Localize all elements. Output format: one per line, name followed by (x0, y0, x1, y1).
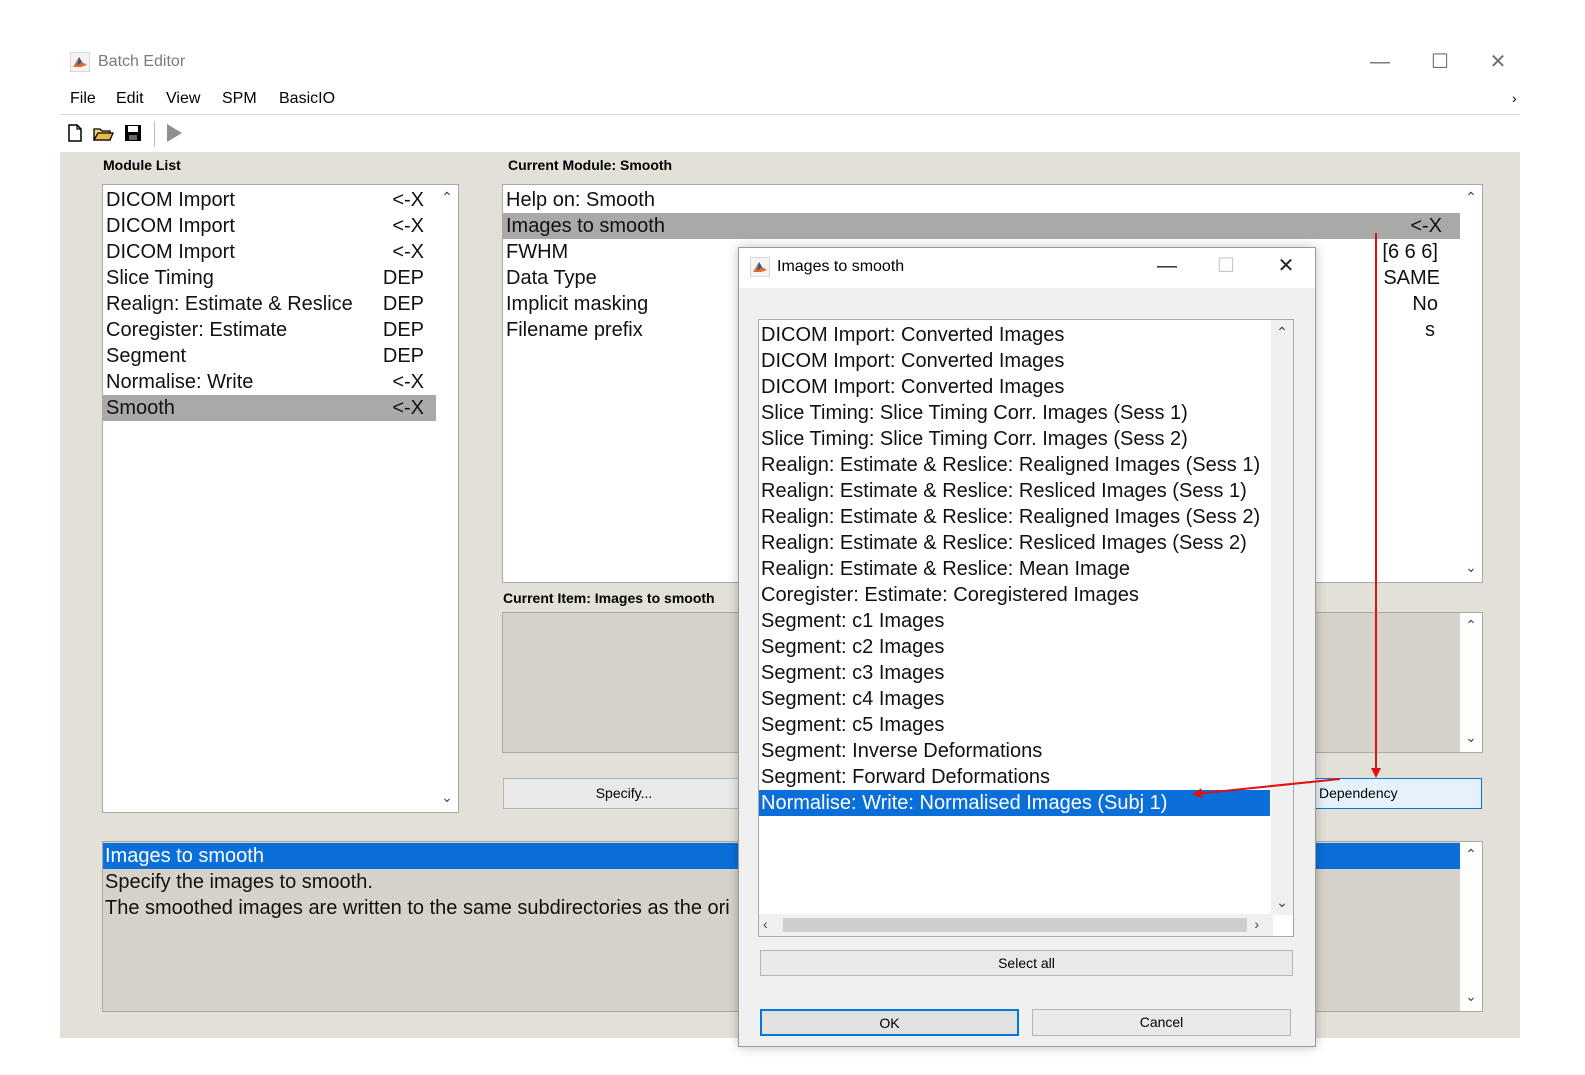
run-icon[interactable] (163, 122, 185, 144)
dialog-title: Images to smooth (777, 258, 905, 275)
module-item[interactable]: DICOM Import <-X (103, 187, 436, 213)
scroll-up-icon[interactable]: ⌃ (436, 189, 458, 206)
maximize-button[interactable]: ☐ (1420, 48, 1460, 76)
menu-overflow-icon[interactable]: › (1512, 90, 1517, 106)
dependency-item[interactable]: Slice Timing: Slice Timing Corr. Images … (759, 400, 1270, 426)
menu-view[interactable]: View (166, 90, 200, 108)
scroll-down-icon[interactable]: ⌄ (1271, 894, 1293, 911)
scroll-up-icon[interactable]: ⌃ (1460, 846, 1482, 863)
help-scrollbar[interactable]: ⌃ ⌄ (1460, 842, 1482, 1011)
help-text-line: Specify the images to smooth. (105, 871, 373, 893)
menu-basicio[interactable]: BasicIO (279, 90, 335, 108)
module-item[interactable]: Segment DEP (103, 343, 436, 369)
dependency-list-hscrollbar[interactable]: ‹ › (759, 914, 1273, 936)
dependency-item[interactable]: Segment: c1 Images (759, 608, 1270, 634)
dependency-item[interactable]: Segment: Inverse Deformations (759, 738, 1270, 764)
scroll-up-icon[interactable]: ⌃ (1271, 324, 1293, 341)
module-item[interactable]: Realign: Estimate & Reslice DEP (103, 291, 436, 317)
module-list-scrollbar[interactable]: ⌃ ⌄ (436, 185, 458, 812)
dialog-maximize-button: ☐ (1217, 255, 1235, 277)
dependency-button[interactable]: Dependency (1310, 778, 1482, 809)
module-list[interactable]: DICOM Import <-X DICOM Import <-X DICOM Im… (102, 184, 459, 813)
module-item[interactable]: Coregister: Estimate DEP (103, 317, 436, 343)
scroll-left-icon[interactable]: ‹ (763, 916, 768, 932)
close-button[interactable]: ✕ (1478, 48, 1518, 76)
scroll-down-icon[interactable]: ⌄ (1460, 988, 1482, 1005)
select-all-button[interactable]: Select all (760, 950, 1293, 976)
dialog-close-button[interactable]: ✕ (1266, 252, 1306, 280)
dependency-item[interactable]: Realign: Estimate & Reslice: Mean Image (759, 556, 1270, 582)
module-item[interactable]: Normalise: Write <-X (103, 369, 436, 395)
module-item-selected[interactable]: Smooth <-X (103, 395, 436, 421)
module-list-label: Module List (103, 157, 181, 173)
dependency-list-vscrollbar[interactable]: ⌃ ⌄ (1271, 320, 1293, 915)
dependency-item[interactable]: Segment: c4 Images (759, 686, 1270, 712)
open-folder-icon[interactable] (92, 122, 114, 144)
scroll-down-icon[interactable]: ⌄ (436, 789, 458, 806)
menu-edit[interactable]: Edit (116, 90, 144, 108)
current-item-label: Current Item: Images to smooth (503, 590, 715, 606)
current-module-scrollbar[interactable]: ⌃ ⌄ (1460, 185, 1482, 582)
help-text-line: The smoothed images are written to the s… (105, 897, 730, 919)
dependency-item[interactable]: Segment: c5 Images (759, 712, 1270, 738)
matlab-icon (70, 52, 90, 72)
matlab-icon (750, 257, 770, 277)
current-module-label: Current Module: Smooth (508, 157, 673, 173)
dialog-minimize-button[interactable]: — (1147, 252, 1187, 280)
dependency-item[interactable]: Segment: c3 Images (759, 660, 1270, 686)
scroll-up-icon[interactable]: ⌃ (1460, 189, 1482, 206)
dependency-item[interactable]: Coregister: Estimate: Coregistered Image… (759, 582, 1270, 608)
ok-button[interactable]: OK (760, 1009, 1019, 1036)
dependency-item[interactable]: Segment: Forward Deformations (759, 764, 1270, 790)
dependency-item[interactable]: Realign: Estimate & Reslice: Resliced Im… (759, 478, 1270, 504)
scroll-up-icon[interactable]: ⌃ (1460, 617, 1482, 634)
module-item[interactable]: DICOM Import <-X (103, 213, 436, 239)
scroll-down-icon[interactable]: ⌄ (1460, 729, 1482, 746)
scroll-down-icon[interactable]: ⌄ (1460, 559, 1482, 576)
dependency-item[interactable]: Realign: Estimate & Reslice: Realigned I… (759, 452, 1270, 478)
dependency-list[interactable]: DICOM Import: Converted Images DICOM Imp… (758, 319, 1294, 937)
dependency-item[interactable]: DICOM Import: Converted Images (759, 374, 1270, 400)
module-item[interactable]: Slice Timing DEP (103, 265, 436, 291)
menu-spm[interactable]: SPM (222, 90, 257, 108)
save-icon[interactable] (122, 122, 144, 144)
scroll-right-icon[interactable]: › (1254, 916, 1259, 932)
window-title: Batch Editor (98, 53, 186, 70)
new-file-icon[interactable] (64, 122, 86, 144)
dependency-item[interactable]: Slice Timing: Slice Timing Corr. Images … (759, 426, 1270, 452)
dependency-item[interactable]: DICOM Import: Converted Images (759, 348, 1270, 374)
dependency-item[interactable]: DICOM Import: Converted Images (759, 322, 1270, 348)
cancel-button[interactable]: Cancel (1032, 1009, 1291, 1036)
dependency-item[interactable]: Realign: Estimate & Reslice: Resliced Im… (759, 530, 1270, 556)
toolbar (60, 116, 1520, 153)
menu-file[interactable]: File (70, 90, 96, 108)
toolbar-separator (154, 121, 155, 147)
current-item-scrollbar[interactable]: ⌃ ⌄ (1460, 613, 1482, 752)
hscroll-thumb[interactable] (783, 918, 1247, 932)
dependency-item-selected[interactable]: Normalise: Write: Normalised Images (Sub… (759, 790, 1270, 816)
minimize-button[interactable]: — (1360, 48, 1400, 76)
module-item[interactable]: DICOM Import <-X (103, 239, 436, 265)
specify-button[interactable]: Specify... (503, 778, 745, 809)
window-titlebar (0, 40, 1585, 84)
module-param-item[interactable]: Help on: Smooth (503, 187, 1460, 213)
dependency-item[interactable]: Segment: c2 Images (759, 634, 1270, 660)
module-param-item-selected[interactable]: Images to smooth <-X (503, 213, 1460, 239)
dependency-item[interactable]: Realign: Estimate & Reslice: Realigned I… (759, 504, 1270, 530)
